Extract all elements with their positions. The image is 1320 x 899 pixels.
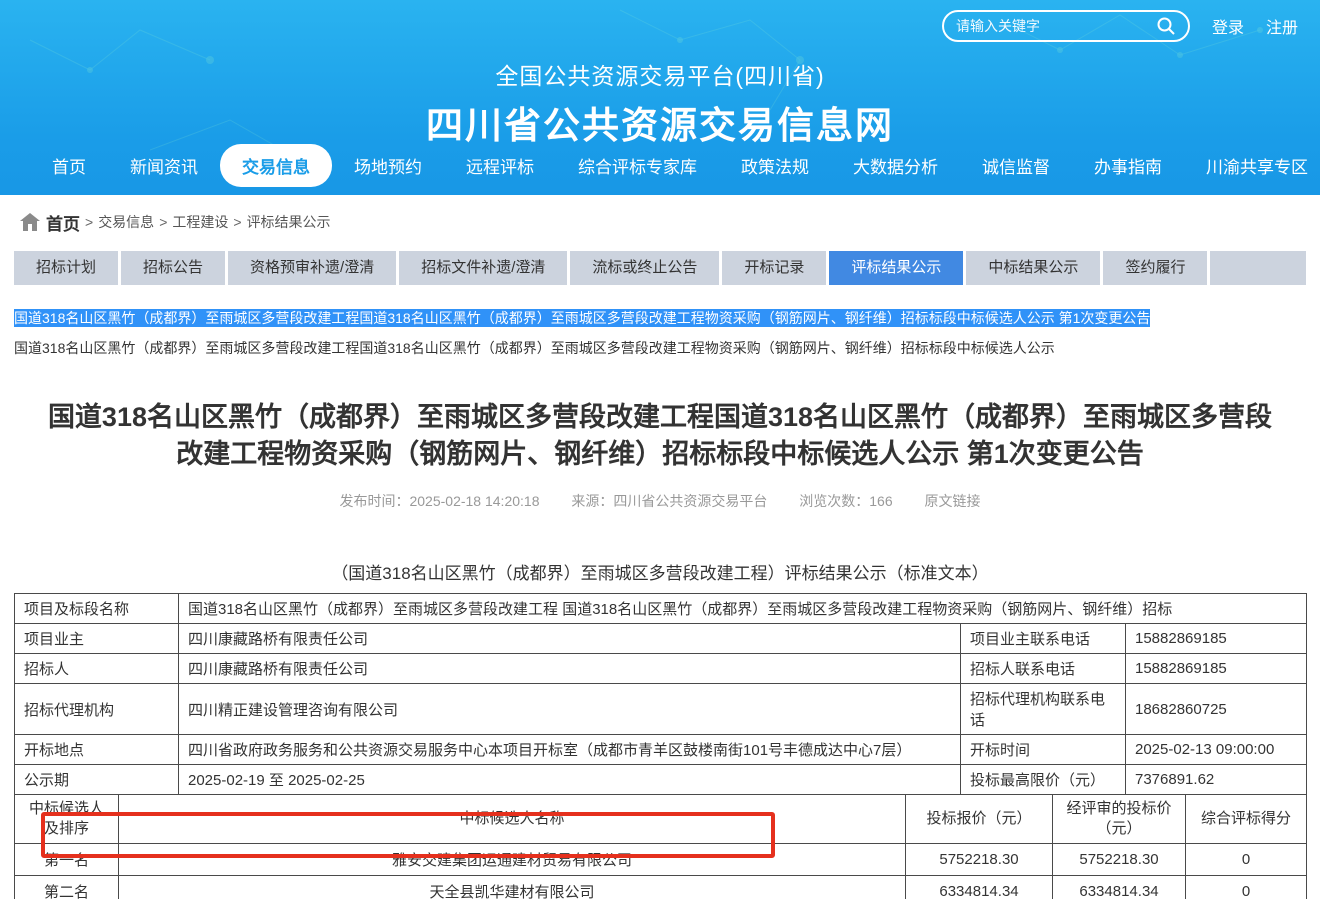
table-row: 公示期 2025-02-19 至 2025-02-25 投标最高限价（元） 73…: [15, 765, 1307, 795]
nav-item-chuanyu-zone[interactable]: 川渝共享专区: [1184, 144, 1320, 187]
candidate-rank: 第二名: [15, 876, 119, 899]
tab-prequalification-supplement[interactable]: 资格预审补遗/澄清: [228, 251, 399, 285]
candidate-score: 0: [1186, 844, 1307, 876]
nav-item-news[interactable]: 新闻资讯: [108, 144, 220, 187]
info-label: 开标地点: [15, 735, 179, 765]
info-value: 15882869185: [1126, 624, 1307, 654]
nav-item-remote-evaluation[interactable]: 远程评标: [444, 144, 556, 187]
info-value: 四川精正建设管理咨询有限公司: [179, 684, 961, 735]
table-row: 开标地点 四川省政府政务服务和公共资源交易服务中心本项目开标室（成都市青羊区鼓楼…: [15, 735, 1307, 765]
candidate-price: 5752218.30: [906, 844, 1053, 876]
candidates-table: 中标候选人及排序 中标候选人名称 投标报价（元） 经评审的投标价（元） 综合评标…: [14, 794, 1307, 899]
nav-item-expert-database[interactable]: 综合评标专家库: [556, 144, 719, 187]
info-label: 招标代理机构联系电话: [961, 684, 1126, 735]
candidate-price: 6334814.34: [906, 876, 1053, 899]
candidate-reviewed-price: 5752218.30: [1053, 844, 1186, 876]
candidate-name: 天全县凯华建材有限公司: [119, 876, 906, 899]
source: 来源：四川省公共资源交易平台: [571, 493, 767, 509]
list-item[interactable]: 国道318名山区黑竹（成都界）至雨城区多营段改建工程国道318名山区黑竹（成都界…: [14, 340, 1306, 357]
info-value: 18682860725: [1126, 684, 1307, 735]
info-value: 2025-02-19 至 2025-02-25: [179, 765, 961, 795]
result-list: 国道318名山区黑竹（成都界）至雨城区多营段改建工程国道318名山区黑竹（成都界…: [14, 310, 1306, 357]
tab-contract-performance[interactable]: 签约履行: [1103, 251, 1210, 285]
category-tabbar: 招标计划 招标公告 资格预审补遗/澄清 招标文件补遗/澄清 流标或终止公告 开标…: [14, 251, 1306, 285]
info-label: 项目业主: [15, 624, 179, 654]
tab-failed-terminated[interactable]: 流标或终止公告: [570, 251, 722, 285]
breadcrumb-home[interactable]: 首页: [46, 210, 80, 235]
table-row: 项目业主 四川康藏路桥有限责任公司 项目业主联系电话 15882869185: [15, 624, 1307, 654]
result-tables: 项目及标段名称 国道318名山区黑竹（成都界）至雨城区多营段改建工程 国道318…: [14, 593, 1306, 899]
table-header-row: 中标候选人及排序 中标候选人名称 投标报价（元） 经评审的投标价（元） 综合评标…: [15, 795, 1307, 844]
info-label: 投标最高限价（元）: [961, 765, 1126, 795]
breadcrumb-engineering[interactable]: 工程建设: [172, 212, 228, 232]
view-count: 浏览次数：166: [799, 493, 892, 509]
info-label: 公示期: [15, 765, 179, 795]
info-value: 四川康藏路桥有限责任公司: [179, 624, 961, 654]
candidate-rank: 第一名: [15, 844, 119, 876]
original-link[interactable]: 原文链接: [925, 493, 981, 509]
breadcrumb-separator: >: [233, 214, 241, 230]
nav-item-trade-info[interactable]: 交易信息: [220, 144, 332, 187]
tab-bid-plan[interactable]: 招标计划: [14, 251, 121, 285]
nav-item-home[interactable]: 首页: [30, 144, 108, 187]
table-row: 项目及标段名称 国道318名山区黑竹（成都界）至雨城区多营段改建工程 国道318…: [15, 594, 1307, 624]
col-header-rank: 中标候选人及排序: [15, 795, 119, 844]
site-title: 四川省公共资源交易信息网: [0, 95, 1320, 149]
nav-item-venue-booking[interactable]: 场地预约: [332, 144, 444, 187]
tab-award-result[interactable]: 中标结果公示: [966, 251, 1103, 285]
nav-item-integrity[interactable]: 诚信监督: [960, 144, 1072, 187]
site-header: 登录 注册 全国公共资源交易平台(四川省) 四川省公共资源交易信息网 首页 新闻…: [0, 0, 1320, 195]
info-label: 开标时间: [961, 735, 1126, 765]
info-value: 2025-02-13 09:00:00: [1126, 735, 1307, 765]
candidate-row-second: 第二名 天全县凯华建材有限公司 6334814.34 6334814.34 0: [15, 876, 1307, 899]
home-icon[interactable]: [20, 213, 40, 231]
publish-time: 发布时间：2025-02-18 14:20:18: [339, 493, 539, 509]
tab-evaluation-result[interactable]: 评标结果公示: [829, 251, 966, 285]
info-label: 招标代理机构: [15, 684, 179, 735]
candidate-row-first: 第一名 雅安交建集团运通建材贸易有限公司 5752218.30 5752218.…: [15, 844, 1307, 876]
nav-item-big-data[interactable]: 大数据分析: [831, 144, 960, 187]
main-nav: 首页 新闻资讯 交易信息 场地预约 远程评标 综合评标专家库 政策法规 大数据分…: [0, 144, 1320, 187]
info-value: 四川省政府政务服务和公共资源交易服务中心本项目开标室（成都市青羊区鼓楼南街101…: [179, 735, 961, 765]
breadcrumb-current: 评标结果公示: [247, 212, 331, 232]
info-label: 项目及标段名称: [15, 594, 179, 624]
nav-item-guide[interactable]: 办事指南: [1072, 144, 1184, 187]
breadcrumb-trade-info[interactable]: 交易信息: [98, 212, 154, 232]
info-value: 15882869185: [1126, 654, 1307, 684]
platform-title: 全国公共资源交易平台(四川省): [0, 57, 1320, 91]
info-label: 项目业主联系电话: [961, 624, 1126, 654]
table-caption: （国道318名山区黑竹（成都界）至雨城区多营段改建工程）评标结果公示（标准文本）: [0, 559, 1320, 584]
table-row: 招标代理机构 四川精正建设管理咨询有限公司 招标代理机构联系电话 1868286…: [15, 684, 1307, 735]
tab-bid-doc-supplement[interactable]: 招标文件补遗/澄清: [399, 251, 570, 285]
info-label: 招标人: [15, 654, 179, 684]
article-meta: 发布时间：2025-02-18 14:20:18 来源：四川省公共资源交易平台 …: [0, 491, 1320, 511]
breadcrumb-separator: >: [159, 214, 167, 230]
page-title: 国道318名山区黑竹（成都界）至雨城区多营段改建工程国道318名山区黑竹（成都界…: [40, 399, 1280, 473]
breadcrumb: 首页 > 交易信息 > 工程建设 > 评标结果公示: [0, 195, 1320, 249]
candidate-name: 雅安交建集团运通建材贸易有限公司: [119, 844, 906, 876]
col-header-name: 中标候选人名称: [119, 795, 906, 844]
nav-item-policies[interactable]: 政策法规: [719, 144, 831, 187]
col-header-reviewed-price: 经评审的投标价（元）: [1053, 795, 1186, 844]
tab-bid-opening-record[interactable]: 开标记录: [722, 251, 829, 285]
info-value: 四川康藏路桥有限责任公司: [179, 654, 961, 684]
col-header-score: 综合评标得分: [1186, 795, 1307, 844]
col-header-price: 投标报价（元）: [906, 795, 1053, 844]
breadcrumb-separator: >: [85, 214, 93, 230]
info-value: 国道318名山区黑竹（成都界）至雨城区多营段改建工程 国道318名山区黑竹（成都…: [179, 594, 1307, 624]
candidate-reviewed-price: 6334814.34: [1053, 876, 1186, 899]
candidate-score: 0: [1186, 876, 1307, 899]
tab-bid-announcement[interactable]: 招标公告: [121, 251, 228, 285]
project-info-table: 项目及标段名称 国道318名山区黑竹（成都界）至雨城区多营段改建工程 国道318…: [14, 593, 1307, 795]
list-item-selected[interactable]: 国道318名山区黑竹（成都界）至雨城区多营段改建工程国道318名山区黑竹（成都界…: [14, 309, 1150, 327]
info-label: 招标人联系电话: [961, 654, 1126, 684]
table-row: 招标人 四川康藏路桥有限责任公司 招标人联系电话 15882869185: [15, 654, 1307, 684]
info-value: 7376891.62: [1126, 765, 1307, 795]
